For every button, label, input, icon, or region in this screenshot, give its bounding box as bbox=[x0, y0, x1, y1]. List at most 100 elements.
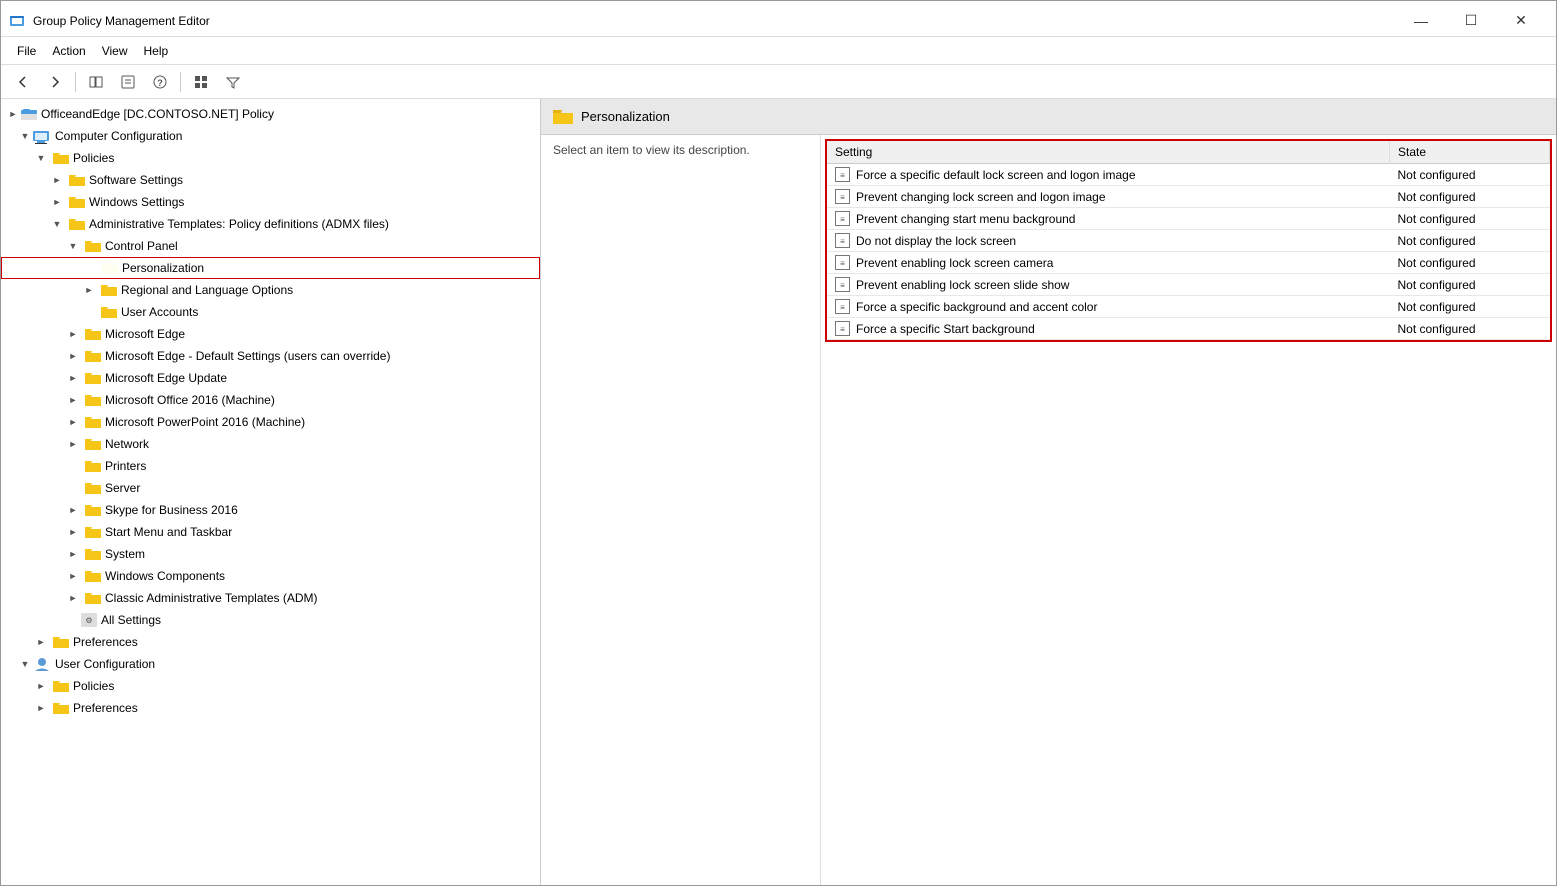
minimize-button[interactable]: — bbox=[1398, 7, 1444, 35]
tree-printers[interactable]: Printers bbox=[1, 455, 540, 477]
tree-user-preferences[interactable]: ► Preferences bbox=[1, 697, 540, 719]
expand-user-preferences[interactable]: ► bbox=[33, 700, 49, 716]
expand-all-settings[interactable] bbox=[65, 612, 81, 628]
table-row[interactable]: ≡ Prevent changing lock screen and logon… bbox=[827, 186, 1550, 208]
setting-cell: ≡ Prevent changing lock screen and logon… bbox=[835, 189, 1382, 204]
table-row[interactable]: ≡ Prevent enabling lock screen slide sho… bbox=[827, 274, 1550, 296]
setting-state: Not configured bbox=[1390, 318, 1550, 340]
expand-policies[interactable]: ▼ bbox=[33, 150, 49, 166]
windows-components-label: Windows Components bbox=[105, 569, 225, 583]
menu-file[interactable]: File bbox=[9, 40, 44, 62]
user-policies-label: Policies bbox=[73, 679, 114, 693]
table-row[interactable]: ≡ Force a specific default lock screen a… bbox=[827, 164, 1550, 186]
tree-system[interactable]: ► System bbox=[1, 543, 540, 565]
user-policies-folder-icon bbox=[53, 679, 69, 693]
description-pane: Select an item to view its description. bbox=[541, 135, 821, 885]
network-folder-icon bbox=[85, 437, 101, 451]
tree-software-settings[interactable]: ► Software Settings bbox=[1, 169, 540, 191]
policy-icon: ≡ bbox=[835, 233, 850, 248]
tree-personalization[interactable]: Personalization bbox=[1, 257, 540, 279]
table-row[interactable]: ≡ Force a specific Start background Not … bbox=[827, 318, 1550, 340]
tree-microsoft-ppt[interactable]: ► Microsoft PowerPoint 2016 (Machine) bbox=[1, 411, 540, 433]
tree-admin-templates[interactable]: ▼ Administrative Templates: Policy defin… bbox=[1, 213, 540, 235]
microsoft-office-label: Microsoft Office 2016 (Machine) bbox=[105, 393, 275, 407]
maximize-button[interactable]: ☐ bbox=[1448, 7, 1494, 35]
expand-start-menu[interactable]: ► bbox=[65, 524, 81, 540]
expand-computer-config[interactable]: ▼ bbox=[17, 128, 33, 144]
tree-user-policies[interactable]: ► Policies bbox=[1, 675, 540, 697]
tree-user-config[interactable]: ▼ User Configuration bbox=[1, 653, 540, 675]
expand-windows-components[interactable]: ► bbox=[65, 568, 81, 584]
menu-help[interactable]: Help bbox=[136, 40, 177, 62]
tree-panel: ► OfficeandEdge [DC.CONTOSO.NET] Policy … bbox=[1, 99, 541, 885]
expand-microsoft-edge-default[interactable]: ► bbox=[65, 348, 81, 364]
expand-windows-settings[interactable]: ► bbox=[49, 194, 65, 210]
server-folder-icon bbox=[85, 481, 101, 495]
expand-user-config[interactable]: ▼ bbox=[17, 656, 33, 672]
table-row[interactable]: ≡ Prevent enabling lock screen camera No… bbox=[827, 252, 1550, 274]
expand-user-accounts[interactable] bbox=[81, 304, 97, 320]
table-row[interactable]: ≡ Prevent changing start menu background… bbox=[827, 208, 1550, 230]
properties-button[interactable] bbox=[114, 69, 142, 95]
expand-classic-admin[interactable]: ► bbox=[65, 590, 81, 606]
expand-printers[interactable] bbox=[65, 458, 81, 474]
expand-microsoft-ppt[interactable]: ► bbox=[65, 414, 81, 430]
tree-start-menu[interactable]: ► Start Menu and Taskbar bbox=[1, 521, 540, 543]
help-icon-button[interactable]: ? bbox=[146, 69, 174, 95]
right-panel: Personalization Select an item to view i… bbox=[541, 99, 1556, 885]
expand-microsoft-edge[interactable]: ► bbox=[65, 326, 81, 342]
setting-state: Not configured bbox=[1390, 296, 1550, 318]
tree-network[interactable]: ► Network bbox=[1, 433, 540, 455]
tree-classic-admin[interactable]: ► Classic Administrative Templates (ADM) bbox=[1, 587, 540, 609]
table-row[interactable]: ≡ Do not display the lock screen Not con… bbox=[827, 230, 1550, 252]
back-button[interactable] bbox=[9, 69, 37, 95]
tree-microsoft-edge[interactable]: ► Microsoft Edge bbox=[1, 323, 540, 345]
printers-folder-icon bbox=[85, 459, 101, 473]
show-hide-tree-button[interactable] bbox=[82, 69, 110, 95]
tree-regional[interactable]: ► Regional and Language Options bbox=[1, 279, 540, 301]
start-menu-folder-icon bbox=[85, 525, 101, 539]
column-state[interactable]: State bbox=[1390, 141, 1550, 164]
tree-microsoft-edge-default[interactable]: ► Microsoft Edge - Default Settings (use… bbox=[1, 345, 540, 367]
tree-policies[interactable]: ▼ Policies bbox=[1, 147, 540, 169]
expand-system[interactable]: ► bbox=[65, 546, 81, 562]
table-row[interactable]: ≡ Force a specific background and accent… bbox=[827, 296, 1550, 318]
tree-windows-components[interactable]: ► Windows Components bbox=[1, 565, 540, 587]
expand-preferences[interactable]: ► bbox=[33, 634, 49, 650]
policy-icon: ≡ bbox=[835, 277, 850, 292]
filter-button[interactable] bbox=[219, 69, 247, 95]
expand-microsoft-office[interactable]: ► bbox=[65, 392, 81, 408]
grid-view-button[interactable] bbox=[187, 69, 215, 95]
microsoft-edge-label: Microsoft Edge bbox=[105, 327, 185, 341]
tree-server[interactable]: Server bbox=[1, 477, 540, 499]
tree-skype[interactable]: ► Skype for Business 2016 bbox=[1, 499, 540, 521]
expand-control-panel[interactable]: ▼ bbox=[65, 238, 81, 254]
expand-software-settings[interactable]: ► bbox=[49, 172, 65, 188]
expand-microsoft-edge-update[interactable]: ► bbox=[65, 370, 81, 386]
menu-view[interactable]: View bbox=[94, 40, 136, 62]
tree-user-accounts[interactable]: User Accounts bbox=[1, 301, 540, 323]
tree-all-settings[interactable]: ⚙ All Settings bbox=[1, 609, 540, 631]
expand-server[interactable] bbox=[65, 480, 81, 496]
expand-admin-templates[interactable]: ▼ bbox=[49, 216, 65, 232]
expand-regional[interactable]: ► bbox=[81, 282, 97, 298]
toolbar-sep-1 bbox=[75, 72, 76, 92]
tree-control-panel[interactable]: ▼ Control Panel bbox=[1, 235, 540, 257]
menu-action[interactable]: Action bbox=[44, 40, 93, 62]
forward-button[interactable] bbox=[41, 69, 69, 95]
setting-cell: ≡ Force a specific Start background bbox=[835, 321, 1382, 336]
expand-user-policies[interactable]: ► bbox=[33, 678, 49, 694]
tree-root[interactable]: ► OfficeandEdge [DC.CONTOSO.NET] Policy bbox=[1, 103, 540, 125]
tree-computer-config[interactable]: ▼ Computer Configuration bbox=[1, 125, 540, 147]
tree-microsoft-office[interactable]: ► Microsoft Office 2016 (Machine) bbox=[1, 389, 540, 411]
setting-state: Not configured bbox=[1390, 230, 1550, 252]
close-button[interactable]: ✕ bbox=[1498, 7, 1544, 35]
expand-personalization[interactable] bbox=[82, 260, 98, 276]
expand-network[interactable]: ► bbox=[65, 436, 81, 452]
expand-root[interactable]: ► bbox=[5, 106, 21, 122]
tree-windows-settings[interactable]: ► Windows Settings bbox=[1, 191, 540, 213]
tree-preferences[interactable]: ► Preferences bbox=[1, 631, 540, 653]
column-setting[interactable]: Setting bbox=[827, 141, 1390, 164]
tree-microsoft-edge-update[interactable]: ► Microsoft Edge Update bbox=[1, 367, 540, 389]
expand-skype[interactable]: ► bbox=[65, 502, 81, 518]
